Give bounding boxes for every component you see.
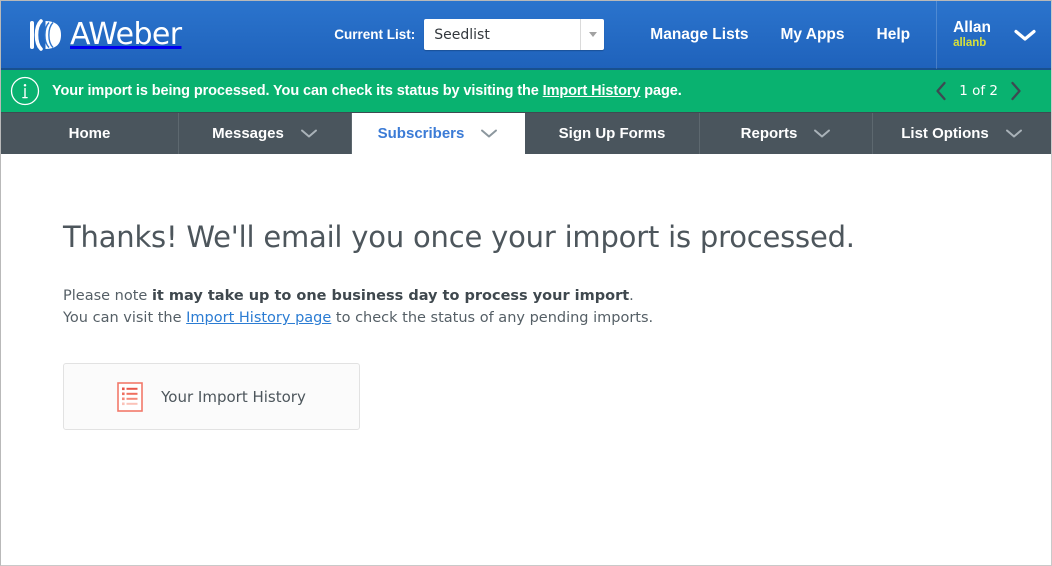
your-import-history-label: Your Import History [161, 387, 306, 406]
primary-tab-bar: Home Messages Subscribers Sign Up Forms … [1, 113, 1051, 154]
banner-pager-count: 1 of 2 [959, 83, 998, 99]
aweber-logo-text: AWeber [70, 16, 182, 52]
import-note-line-1: Please note it may take up to one busine… [63, 285, 1051, 307]
user-names: Allan allanb [953, 18, 991, 50]
current-list-select[interactable]: Seedlist [424, 19, 605, 50]
banner-import-history-link[interactable]: Import History [543, 83, 641, 99]
tab-messages-label: Messages [212, 125, 284, 142]
import-note-paragraph: Please note it may take up to one busine… [63, 285, 1051, 329]
line2-prefix: You can visit the [63, 310, 187, 326]
aweber-logo-icon [30, 18, 61, 51]
tab-subscribers[interactable]: Subscribers [352, 113, 525, 154]
aweber-logo[interactable]: AWeber [28, 13, 182, 57]
chevron-right-icon[interactable] [1009, 81, 1023, 101]
chevron-left-icon[interactable] [934, 81, 948, 101]
chevron-down-icon [481, 129, 498, 138]
banner-text-before: Your import is being processed. You can … [52, 83, 543, 99]
tab-subscribers-label: Subscribers [377, 125, 465, 142]
import-history-document-icon [117, 381, 143, 412]
tab-list-options-label: List Options [901, 125, 989, 142]
note-suffix: . [629, 288, 634, 304]
current-list-value: Seedlist [434, 26, 490, 43]
banner-pager: 1 of 2 [934, 81, 1023, 101]
top-header-bar: AWeber Current List: Seedlist Manage Lis… [1, 1, 1051, 70]
tab-list-options[interactable]: List Options [873, 113, 1051, 154]
user-account-menu[interactable]: Allan allanb [937, 1, 1051, 69]
note-bold: it may take up to one business day to pr… [151, 288, 630, 304]
current-list-dropdown-arrow[interactable] [580, 19, 604, 50]
user-display-name: Allan [953, 18, 991, 36]
info-circle-icon [10, 76, 40, 106]
tab-reports[interactable]: Reports [700, 113, 873, 154]
tab-messages[interactable]: Messages [179, 113, 352, 154]
chevron-down-icon [1005, 129, 1022, 138]
import-history-page-link[interactable]: Import History page [186, 310, 331, 326]
chevron-down-icon [300, 129, 317, 138]
tab-reports-label: Reports [740, 125, 798, 142]
nav-manage-lists[interactable]: Manage Lists [634, 1, 764, 69]
current-list-label: Current List: [334, 27, 416, 42]
banner-text-after: page. [640, 83, 682, 99]
line2-suffix: to check the status of any pending impor… [331, 310, 654, 326]
header-right-cluster: Current List: Seedlist Manage Lists My A… [334, 1, 1051, 69]
page-title: Thanks! We'll email you once your import… [63, 220, 855, 254]
aweber-app-window: AWeber Current List: Seedlist Manage Lis… [0, 0, 1052, 566]
chevron-down-icon [814, 129, 831, 138]
user-handle: allanb [953, 37, 987, 49]
tab-home[interactable]: Home [1, 113, 179, 154]
your-import-history-button[interactable]: Your Import History [63, 363, 360, 430]
chevron-down-icon [1014, 29, 1036, 41]
tab-sign-up-forms-label: Sign Up Forms [558, 125, 666, 142]
nav-help[interactable]: Help [861, 1, 927, 69]
import-note-line-2: You can visit the Import History page to… [63, 307, 1051, 329]
tab-home-label: Home [68, 125, 111, 142]
note-prefix: Please note [63, 288, 152, 304]
nav-my-apps[interactable]: My Apps [764, 1, 860, 69]
banner-message: Your import is being processed. You can … [52, 83, 682, 99]
main-content: Thanks! We'll email you once your import… [1, 154, 1051, 565]
import-status-banner: Your import is being processed. You can … [1, 70, 1051, 113]
caret-down-icon [588, 32, 597, 37]
tab-sign-up-forms[interactable]: Sign Up Forms [525, 113, 700, 154]
